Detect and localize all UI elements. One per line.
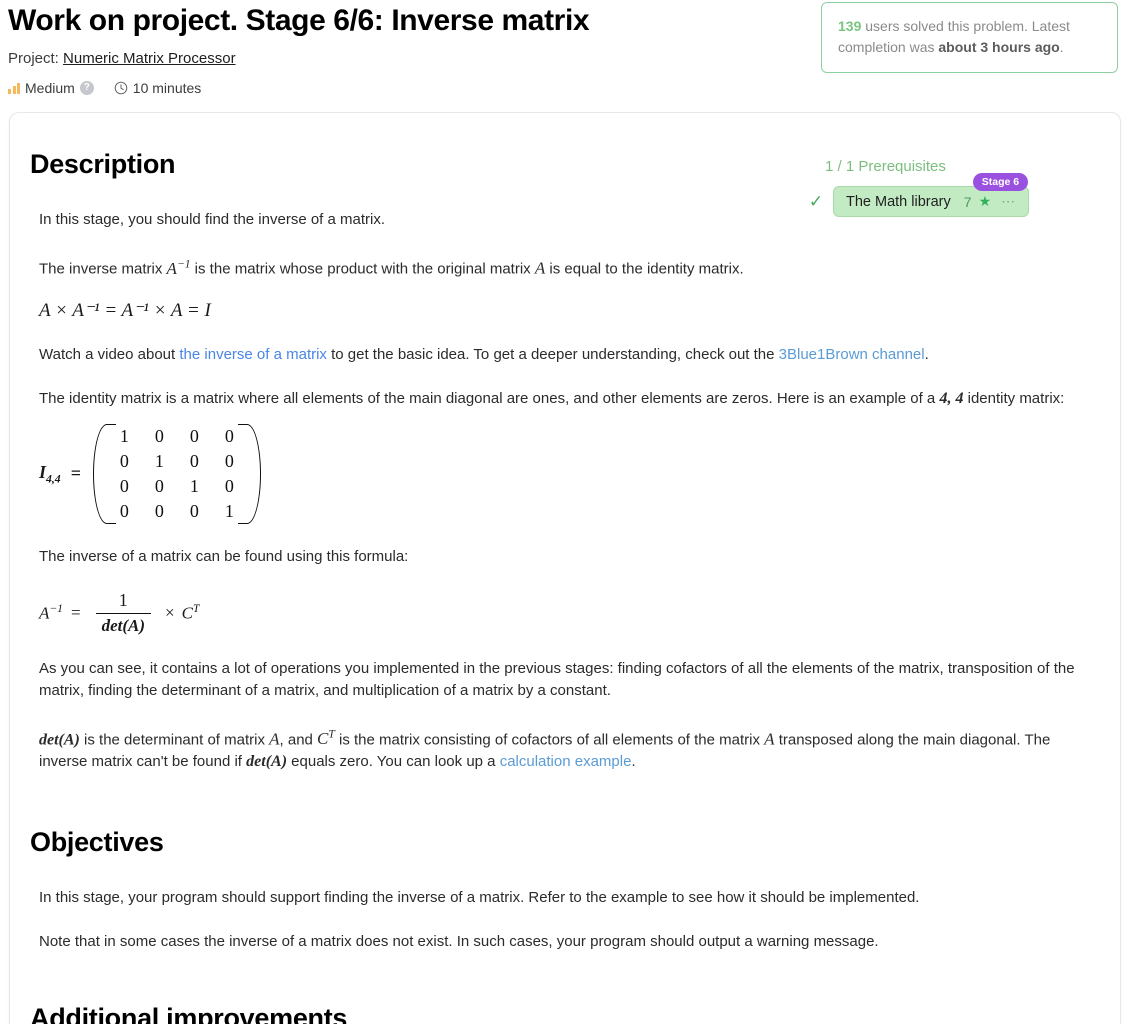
calculation-example-link[interactable]: calculation example [500, 753, 632, 770]
desc-p7-part-b: is the determinant of matrix [79, 731, 270, 749]
difficulty-label: Medium [25, 80, 75, 96]
improvements-heading: Additional improvements [30, 1003, 348, 1024]
matrix-cell: 0 [189, 450, 199, 471]
solved-stats-box: 139 users solved this problem. Latest co… [821, 2, 1118, 73]
3blue1brown-link[interactable]: 3Blue1Brown channel [779, 346, 925, 363]
formula-rhs: CT [182, 602, 200, 624]
math-4-4: 4, 4 [939, 389, 964, 407]
clock-icon [114, 81, 128, 95]
description-paragraph-7: det(A) is the determinant of matrix A, a… [39, 724, 1090, 774]
equation-identity-text: A × A⁻¹ = A⁻¹ × A = I [39, 299, 211, 321]
matrix-cell: 1 [154, 450, 164, 471]
content-card: 1 / 1 Prerequisites ✓ Stage 6 The Math l… [9, 112, 1121, 1024]
objectives-heading: Objectives [30, 827, 164, 858]
desc-p3-part-c: . [924, 345, 929, 363]
math-C: C [317, 729, 329, 749]
matrix-cell: 0 [154, 475, 164, 496]
formula-C: C [181, 603, 193, 623]
identity-matrix-label: I4,4 [39, 462, 61, 486]
duration-label: 10 minutes [132, 80, 202, 96]
math-A-4: A [764, 729, 775, 749]
matrix-cell: 0 [154, 500, 164, 521]
matrix-cell: 0 [154, 425, 164, 446]
stage-badge: Stage 6 [972, 173, 1029, 191]
matrix-cell: 0 [189, 425, 199, 446]
prerequisite-score: 7 [963, 193, 972, 210]
solved-text-2: . [1059, 39, 1064, 55]
math-A-inverse: A−1 [166, 257, 191, 278]
identity-matrix-subscript: 4,4 [46, 472, 61, 486]
prerequisite-row: ✓ Stage 6 The Math library 7 ★ ⋯ [808, 173, 1088, 217]
equation-identity: A × A⁻¹ = A⁻¹ × A = I [39, 299, 1090, 322]
prerequisites-title: 1 / 1 Prerequisites [825, 158, 946, 175]
matrix-cell: 0 [189, 500, 199, 521]
desc-p2-part-a: The inverse matrix [39, 260, 167, 278]
math-det-A-1: det(A) [39, 731, 80, 749]
math-A-2: A [534, 258, 546, 278]
formula-C-exponent: T [192, 601, 200, 615]
math-C-transposed: CT [317, 728, 335, 749]
desc-p4-part-a: The identity matrix is a matrix where al… [39, 389, 940, 407]
project-link[interactable]: Numeric Matrix Processor [63, 50, 236, 67]
desc-p3-part-a: Watch a video about [39, 345, 180, 363]
matrix-row: 0010 [107, 474, 247, 499]
formula-lhs: A−1 [39, 602, 63, 624]
formula-numerator: 1 [118, 589, 128, 610]
matrix-row: 1000 [107, 424, 247, 449]
more-options-icon[interactable]: ⋯ [1001, 193, 1016, 210]
difficulty-meta: Medium ? [8, 80, 94, 96]
description-paragraph-2: The inverse matrix A−1 is the matrix who… [39, 253, 1090, 281]
help-icon[interactable]: ? [79, 81, 94, 95]
solved-count: 139 [838, 18, 862, 34]
duration-meta: 10 minutes [114, 80, 201, 96]
prerequisite-chip[interactable]: Stage 6 The Math library 7 ★ ⋯ [833, 173, 1030, 217]
desc-p7-part-f: is the matrix consisting of cofactors of… [334, 731, 765, 749]
solved-time: about 3 hours ago [938, 39, 1060, 55]
objectives-paragraph-1: In this stage, your program should suppo… [39, 889, 920, 907]
identity-matrix-equals: = [70, 463, 81, 484]
identity-matrix-symbol: I [39, 461, 47, 482]
description-paragraph-3: Watch a video about the inverse of a mat… [39, 344, 1090, 366]
description-paragraph-5: The inverse of a matrix can be found usi… [39, 547, 409, 565]
matrix-cell: 1 [189, 475, 199, 496]
formula-times: × [165, 602, 175, 622]
math-A-3: A [269, 729, 280, 749]
desc-p2-part-c: is equal to the identity matrix. [545, 260, 744, 278]
formula-A-exponent: −1 [49, 601, 63, 615]
meta-row: Medium ? 10 minutes [8, 80, 1130, 96]
formula-A: A [39, 603, 50, 623]
star-icon: ★ [978, 193, 992, 209]
problem-page: Work on project. Stage 6/6: Inverse matr… [0, 0, 1130, 1024]
formula-equals: = [70, 602, 81, 622]
description-paragraph-6: As you can see, it contains a lot of ope… [39, 659, 1075, 699]
check-icon: ✓ [808, 192, 824, 211]
difficulty-bars-icon [8, 82, 20, 94]
inverse-of-matrix-link[interactable]: the inverse of a matrix [179, 346, 327, 363]
matrix-left-paren [91, 423, 116, 524]
desc-p4-part-b: identity matrix: [963, 389, 1065, 407]
matrix-right-paren [237, 423, 263, 524]
matrix-row: 0100 [107, 449, 247, 474]
description-paragraph-4: The identity matrix is a matrix where al… [39, 388, 1090, 410]
inverse-formula: A−1 = 1 det(A) × CT [39, 590, 1090, 636]
formula-fraction: 1 det(A) [95, 589, 151, 636]
desc-p7-part-j: equals zero. You can look up a [287, 753, 500, 771]
math-A: A [166, 258, 177, 278]
matrix-row: 0001 [107, 499, 247, 524]
project-label: Project: [8, 50, 59, 67]
math-exponent: −1 [176, 257, 191, 270]
identity-matrix-table: 1000010000100001 [107, 424, 247, 524]
math-det-A-2: det(A) [246, 753, 288, 771]
desc-p7-part-k: . [631, 753, 636, 771]
objectives-paragraph-2: Note that in some cases the inverse of a… [39, 933, 879, 951]
desc-p7-part-d: , and [279, 731, 318, 749]
prerequisites-panel: 1 / 1 Prerequisites ✓ Stage 6 The Math l… [808, 157, 1088, 217]
desc-p3-part-b: to get the basic idea. To get a deeper u… [326, 345, 779, 363]
formula-denominator: det(A) [95, 612, 151, 636]
identity-matrix-display: I4,4 = 1000010000100001 [39, 423, 1090, 524]
prerequisite-name: The Math library [846, 193, 951, 210]
desc-p2-part-b: is the matrix whose product with the ori… [190, 260, 535, 278]
